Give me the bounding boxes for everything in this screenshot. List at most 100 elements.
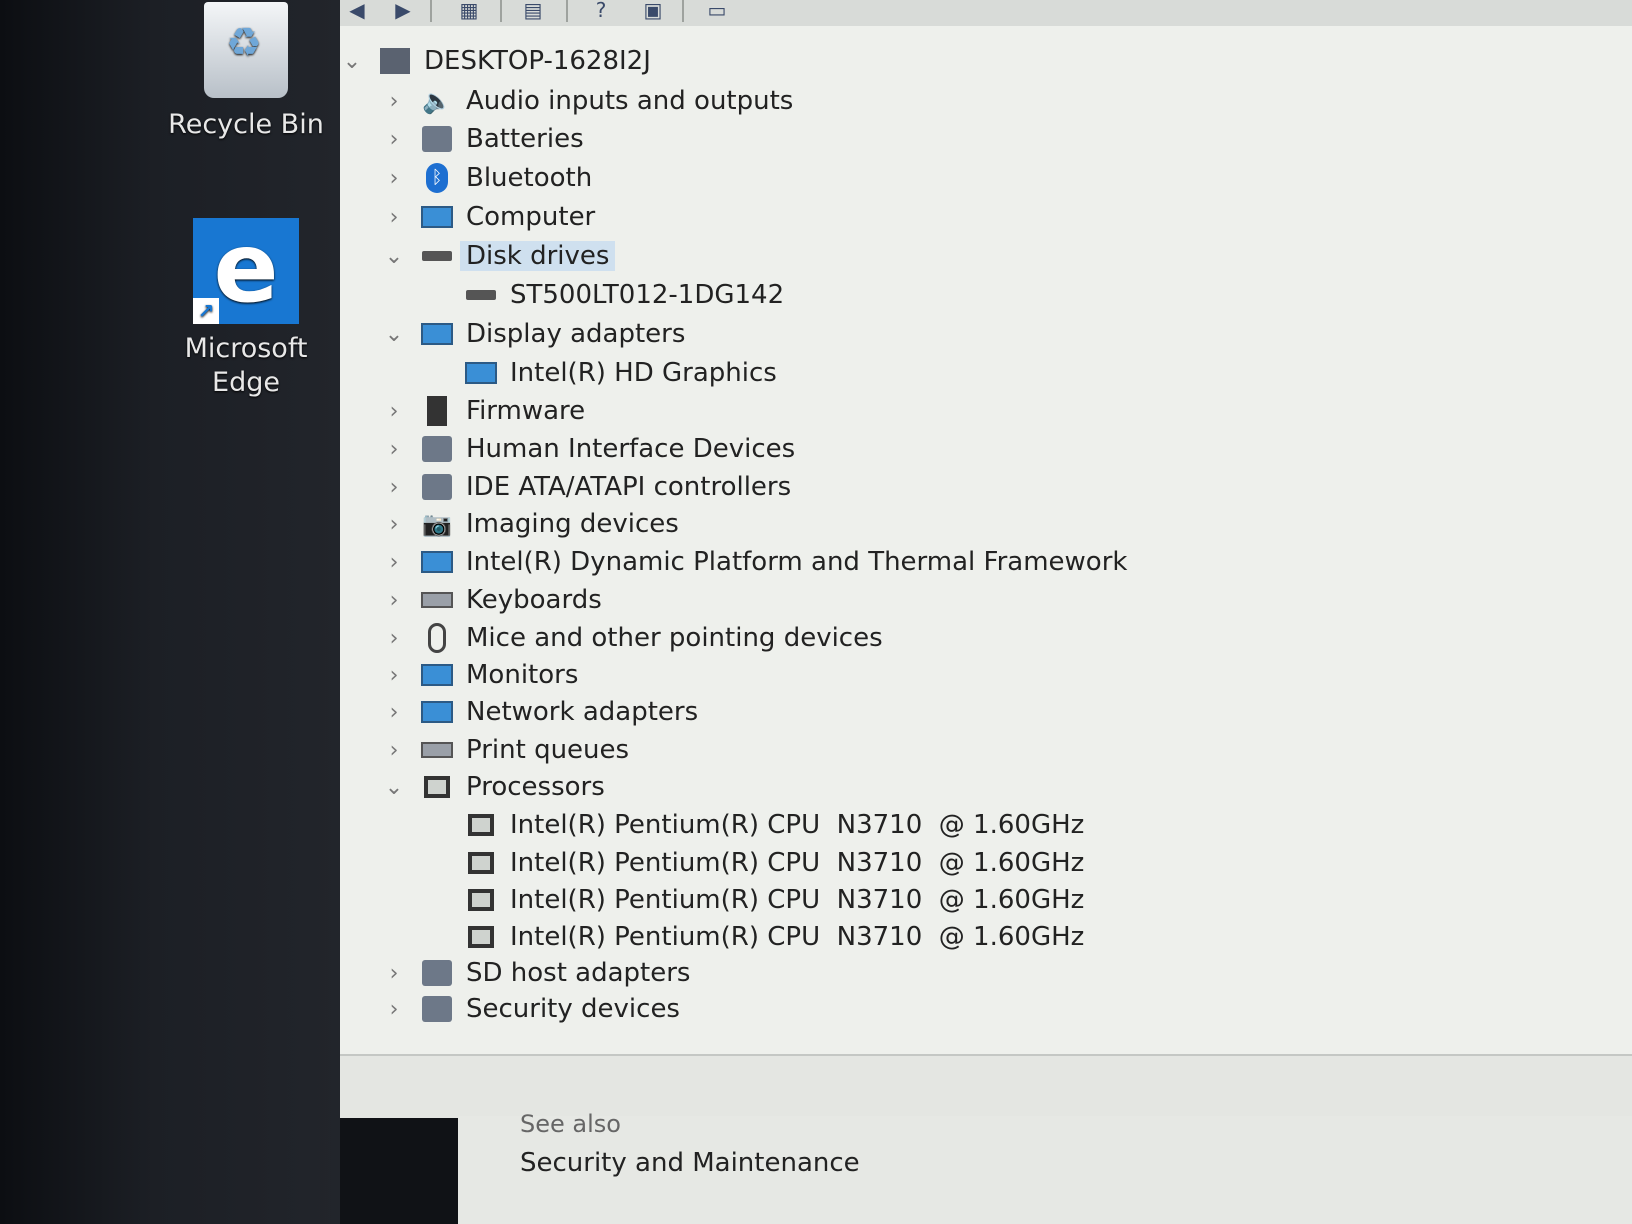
properties-icon[interactable]: ▤ [516,0,550,22]
tree-item-label: IDE ATA/ATAPI controllers [466,472,792,502]
chevron-down-icon[interactable]: ⌄ [340,49,364,74]
tree-item-label: Computer [466,202,596,232]
chevron-right-icon[interactable]: › [382,205,406,230]
security-maintenance-link[interactable]: Security and Maintenance [520,1148,860,1178]
tree-item-firmware[interactable]: › Firmware [382,392,585,430]
computer-icon [378,46,412,76]
tree-item-label: Firmware [466,396,586,426]
recycle-bin-label: Recycle Bin [168,109,324,140]
tree-item-batteries[interactable]: › Batteries [382,120,584,158]
toolbar-separator [430,0,432,22]
tree-item-label: Intel(R) Pentium(R) CPU N3710 @ 1.60GHz [510,848,1085,878]
device-tree[interactable]: ⌄ DESKTOP-1628I2J › 🔈 Audio inputs and o… [340,26,1632,1054]
chevron-right-icon[interactable]: › [382,166,406,191]
chevron-right-icon[interactable]: › [382,738,406,763]
toolbar: ◀ ▶ ▦ ▤ ? ▣ ▭ [340,0,1632,27]
processor-icon [464,885,498,915]
chevron-right-icon[interactable]: › [382,399,406,424]
tree-item-hid[interactable]: › Human Interface Devices [382,430,796,468]
chevron-right-icon[interactable]: › [382,437,406,462]
chevron-right-icon[interactable]: › [382,700,406,725]
tree-item-label: Audio inputs and outputs [466,86,794,116]
edge-label: Microsoft Edge [184,333,308,398]
chevron-right-icon[interactable]: › [382,961,406,986]
tree-child-cpu[interactable]: Intel(R) Pentium(R) CPU N3710 @ 1.60GHz [464,806,1084,844]
tree-item-label: Imaging devices [466,509,679,539]
tree-item-label: Processors [466,772,605,802]
keyboard-icon [420,585,454,615]
chevron-right-icon[interactable]: › [382,663,406,688]
disk-drive-icon [420,241,454,271]
chevron-right-icon[interactable]: › [382,512,406,537]
desktop-icon-edge[interactable]: e ↗ Microsoft Edge [166,218,326,400]
recycle-bin-icon [204,2,288,98]
tree-item-bluetooth[interactable]: › ᛒ Bluetooth [382,159,592,197]
tree-item-label: Intel(R) Pentium(R) CPU N3710 @ 1.60GHz [510,922,1085,952]
sd-card-icon [420,958,454,988]
chevron-down-icon[interactable]: ⌄ [382,244,406,269]
display-adapter-icon [420,319,454,349]
tree-item-label: Bluetooth [466,163,593,193]
tree-item-display-adapters[interactable]: ⌄ Display adapters [382,315,686,353]
tree-root-label: DESKTOP-1628I2J [424,46,651,76]
display-adapter-icon [464,358,498,388]
update-driver-icon[interactable]: ▣ [636,0,670,22]
chevron-right-icon[interactable]: › [382,89,406,114]
processor-icon [420,772,454,802]
tree-item-audio[interactable]: › 🔈 Audio inputs and outputs [382,82,794,120]
tree-item-sd-host[interactable]: › SD host adapters [382,954,691,992]
show-hide-icon[interactable]: ▦ [452,0,486,22]
tree-item-ide[interactable]: › IDE ATA/ATAPI controllers [382,468,792,506]
tree-item-dptf[interactable]: › Intel(R) Dynamic Platform and Thermal … [382,543,1128,581]
tree-item-monitors[interactable]: › Monitors [382,656,579,694]
tree-child-display[interactable]: Intel(R) HD Graphics [464,354,777,392]
tree-item-label: Monitors [466,660,579,690]
help-icon[interactable]: ? [584,0,618,22]
tree-child-cpu[interactable]: Intel(R) Pentium(R) CPU N3710 @ 1.60GHz [464,844,1084,882]
tree-item-mice[interactable]: › Mice and other pointing devices [382,619,883,657]
tree-item-security-devices[interactable]: › Security devices [382,990,680,1028]
chevron-right-icon[interactable]: › [382,550,406,575]
tree-item-label: Batteries [466,124,584,154]
network-icon [420,697,454,727]
tree-child-cpu[interactable]: Intel(R) Pentium(R) CPU N3710 @ 1.60GHz [464,881,1084,919]
scan-hardware-icon[interactable]: ▭ [700,0,734,22]
chevron-right-icon[interactable]: › [382,475,406,500]
mouse-icon [420,623,454,653]
tree-item-imaging[interactable]: › 📷 Imaging devices [382,505,679,543]
chevron-down-icon[interactable]: ⌄ [382,322,406,347]
tree-item-computer[interactable]: › Computer [382,198,596,236]
tree-item-label: Intel(R) HD Graphics [510,358,777,388]
tree-child-cpu[interactable]: Intel(R) Pentium(R) CPU N3710 @ 1.60GHz [464,918,1084,956]
firmware-icon [420,396,454,426]
ide-controller-icon [420,472,454,502]
toolbar-separator [566,0,568,22]
hid-icon [420,434,454,464]
tree-item-processors[interactable]: ⌄ Processors [382,768,605,806]
bluetooth-icon: ᛒ [420,163,454,193]
chevron-down-icon[interactable]: ⌄ [382,775,406,800]
tree-root[interactable]: ⌄ DESKTOP-1628I2J [340,42,651,80]
chevron-right-icon[interactable]: › [382,626,406,651]
chevron-right-icon[interactable]: › [382,588,406,613]
chevron-right-icon[interactable]: › [382,127,406,152]
back-icon[interactable]: ◀ [340,0,374,22]
tree-item-label: Display adapters [466,319,686,349]
chevron-right-icon[interactable]: › [382,997,406,1022]
desktop-icon-recycle-bin[interactable]: Recycle Bin [166,0,326,142]
tree-item-label: Network adapters [466,697,699,727]
tree-child-disk[interactable]: ST500LT012-1DG142 [464,276,784,314]
printer-icon [420,735,454,765]
tree-item-print-queues[interactable]: › Print queues [382,731,629,769]
tree-item-keyboards[interactable]: › Keyboards [382,581,602,619]
shortcut-arrow-icon: ↗ [193,298,219,324]
desktop: Recycle Bin e↗ Microsoft Edge [0,0,340,1224]
folder-icon [420,547,454,577]
security-device-icon [420,994,454,1024]
processor-icon [464,848,498,878]
computer-icon [420,202,454,232]
forward-icon[interactable]: ▶ [386,0,420,22]
status-bar [340,1054,1632,1118]
tree-item-network[interactable]: › Network adapters [382,693,699,731]
tree-item-disk-drives[interactable]: ⌄ Disk drives [382,237,616,275]
